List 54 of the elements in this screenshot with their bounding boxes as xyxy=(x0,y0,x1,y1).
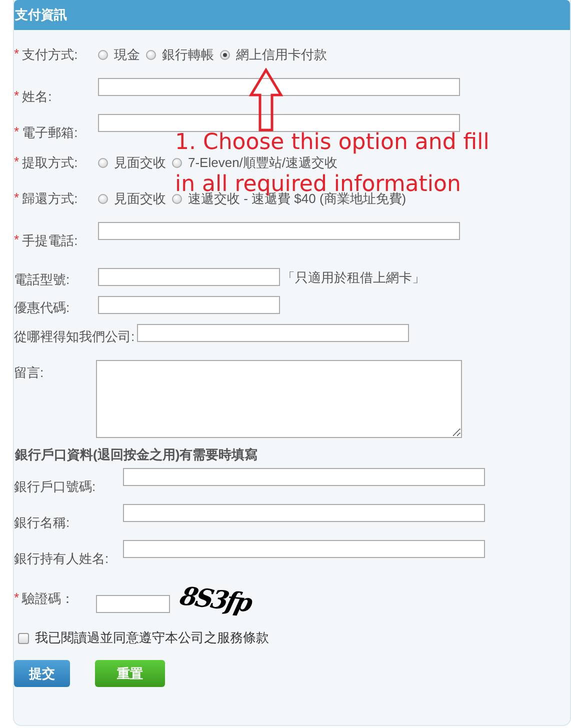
field-label: 留言: xyxy=(14,364,44,382)
field-label: 電話型號: xyxy=(14,271,70,289)
radio-button[interactable] xyxy=(98,158,108,168)
required-mark: * xyxy=(14,46,20,63)
radio-button[interactable] xyxy=(172,194,182,204)
required-mark: * xyxy=(14,190,20,207)
required-mark: * xyxy=(14,124,20,141)
message-field[interactable] xyxy=(96,360,462,438)
field-label: 從哪裡得知我們公司: xyxy=(14,328,135,346)
radio-label[interactable]: 銀行轉帳 xyxy=(162,46,214,64)
radio-button[interactable] xyxy=(98,194,108,204)
input-field[interactable] xyxy=(136,324,409,342)
captcha-field[interactable] xyxy=(96,595,170,613)
field-label: 銀行戶口號碼: xyxy=(14,478,96,496)
required-mark: * xyxy=(14,154,20,171)
annotation-text: 1. Choose this option and fill xyxy=(175,131,490,154)
terms-label[interactable]: 我已閱讀過並同意遵守本公司之服務條款 xyxy=(35,629,269,647)
input-field[interactable] xyxy=(98,268,280,286)
radio-label[interactable]: 見面交收 xyxy=(114,190,166,208)
arrow-up-icon xyxy=(249,68,283,132)
required-mark: * xyxy=(14,88,20,105)
field-note: 「只適用於租借上網卡」 xyxy=(282,269,425,287)
radio-button[interactable] xyxy=(172,158,182,168)
input-field[interactable] xyxy=(123,540,485,558)
radio-button[interactable] xyxy=(98,50,108,60)
field-label: 優惠代碼: xyxy=(14,299,70,317)
required-mark: * xyxy=(14,590,20,607)
input-field[interactable] xyxy=(98,222,460,240)
radio-button[interactable] xyxy=(220,50,230,60)
input-field[interactable] xyxy=(123,468,485,486)
panel-title: 支付資訊 xyxy=(15,6,67,24)
field-label: 銀行持有人姓名: xyxy=(14,550,109,568)
radio-label[interactable]: 現金 xyxy=(114,46,140,64)
radio-label[interactable]: 見面交收 xyxy=(114,154,166,172)
field-label: 銀行名稱: xyxy=(14,514,70,532)
section-title: 銀行戶口資料(退回按金之用)有需要時填寫 xyxy=(14,446,259,464)
radio-label[interactable]: 網上信用卡付款 xyxy=(236,46,327,64)
input-field[interactable] xyxy=(98,78,460,96)
input-field[interactable] xyxy=(98,114,460,132)
required-mark: * xyxy=(14,232,20,249)
submit-button[interactable]: 提交 xyxy=(14,660,70,687)
checkbox[interactable] xyxy=(18,632,29,644)
captcha-code: 8S3fp xyxy=(177,580,254,618)
field-label: 姓名: xyxy=(22,88,52,106)
input-field[interactable] xyxy=(123,504,485,522)
field-label: 驗證碼： xyxy=(22,590,74,608)
field-label: 歸還方式: xyxy=(22,190,78,208)
field-label: 電子郵箱: xyxy=(22,124,78,142)
radio-label[interactable]: 7-Eleven/順豐站/速遞交收 xyxy=(188,154,338,172)
radio-button[interactable] xyxy=(146,50,156,60)
field-label: 支付方式: xyxy=(22,46,78,64)
input-field[interactable] xyxy=(98,296,280,314)
field-label: 手提電話: xyxy=(22,232,78,250)
field-label: 提取方式: xyxy=(22,154,78,172)
